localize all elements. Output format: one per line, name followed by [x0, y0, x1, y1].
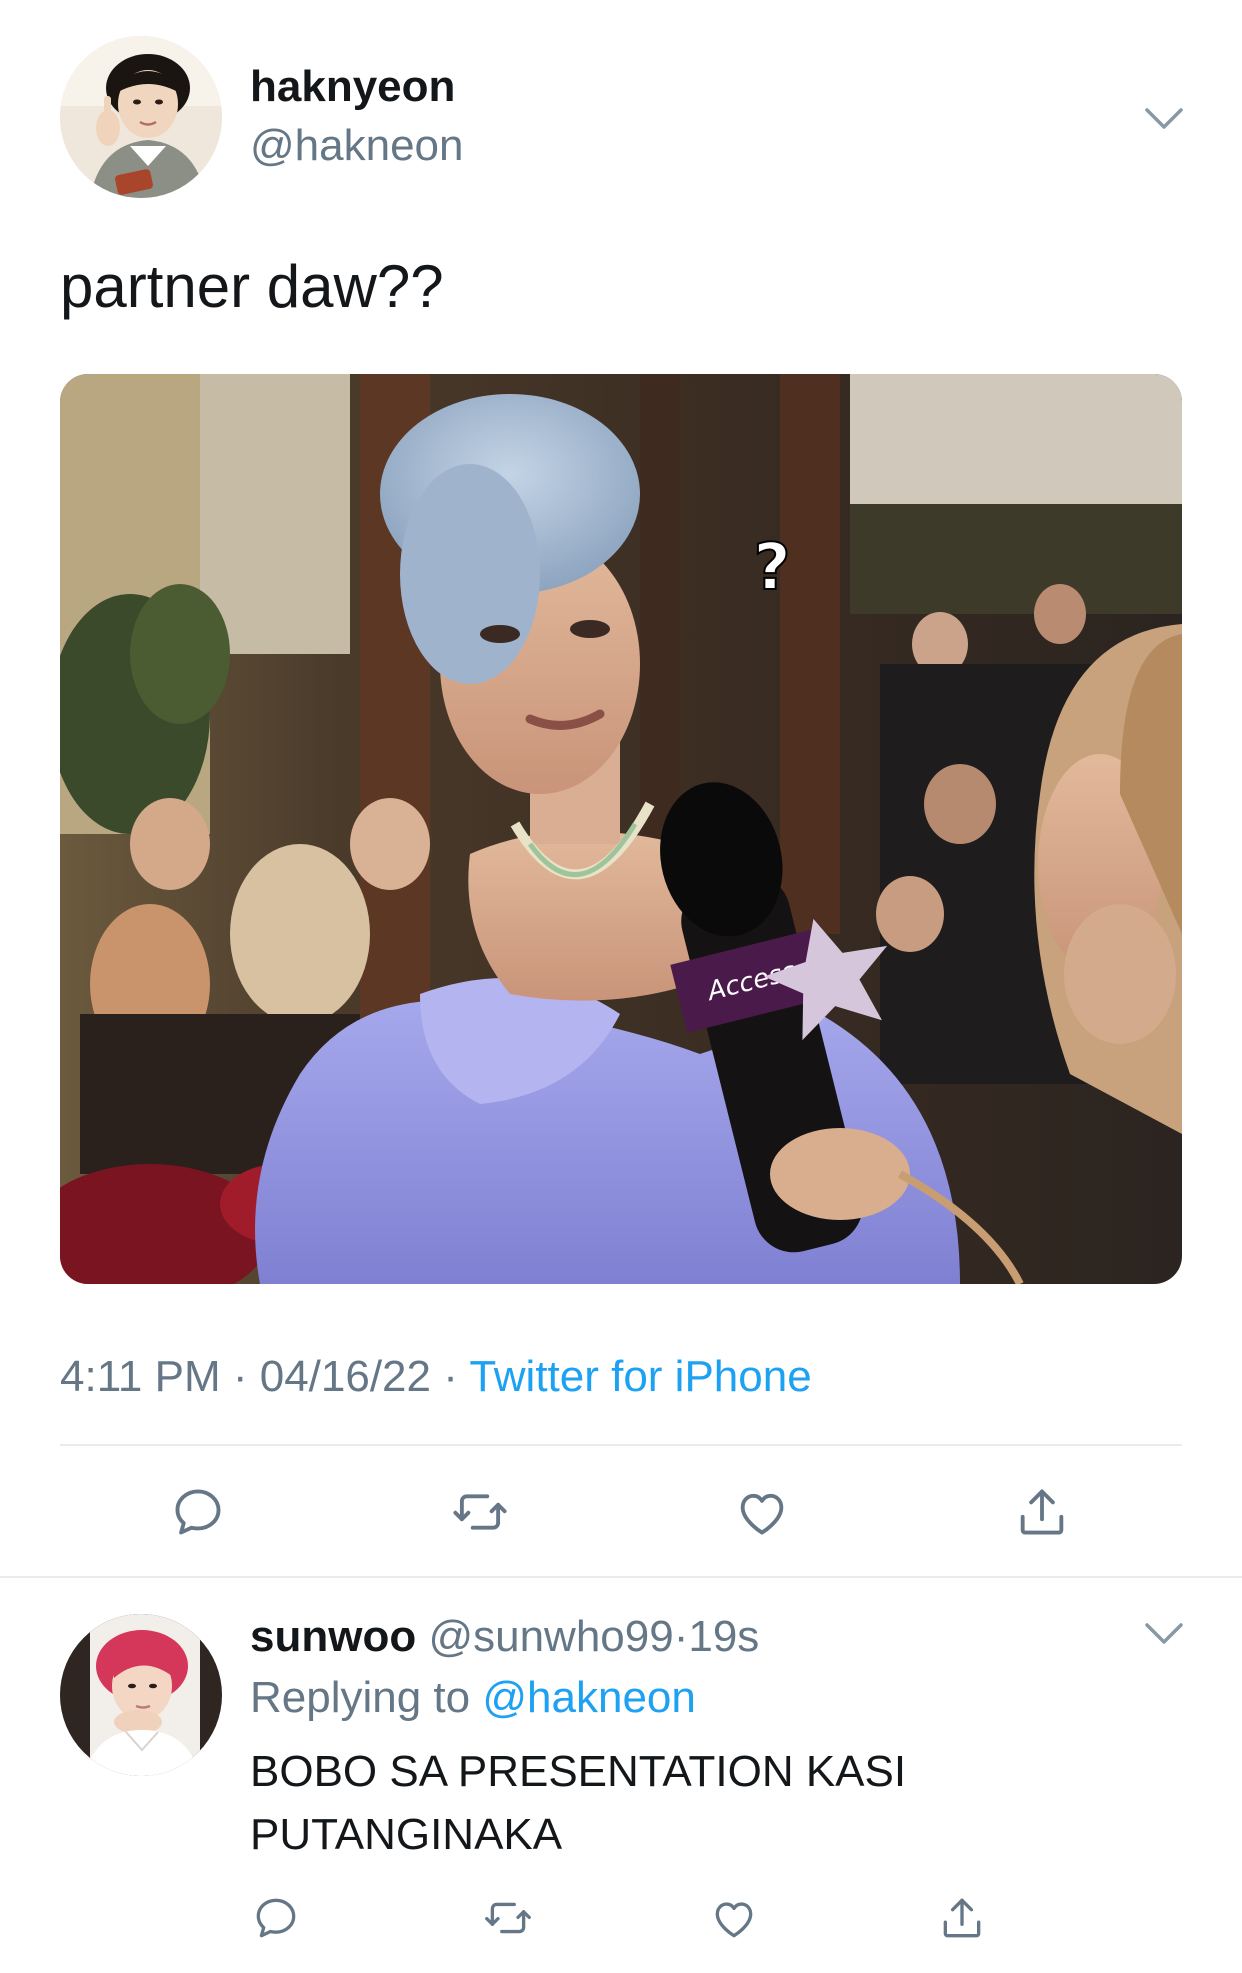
meta-separator: · — [431, 1352, 470, 1401]
divider — [0, 1576, 1242, 1578]
reply-author-display-name[interactable]: sunwoo — [250, 1612, 416, 1661]
reply-timestamp: 19s — [688, 1612, 760, 1661]
meta-separator: · — [220, 1352, 260, 1401]
author-handle[interactable]: @hakneon — [250, 121, 464, 171]
like-icon — [715, 1902, 753, 1938]
like-button[interactable] — [702, 1886, 766, 1950]
reply-button[interactable] — [244, 1886, 308, 1950]
divider — [60, 1444, 1182, 1446]
author-display-name[interactable]: haknyeon — [250, 62, 455, 112]
like-button[interactable] — [730, 1480, 794, 1544]
retweet-button[interactable] — [448, 1480, 512, 1544]
share-button[interactable] — [930, 1886, 994, 1950]
reply-text-line: PUTANGINAKA — [250, 1810, 563, 1859]
reply-icon — [256, 1898, 296, 1938]
tweet-media-image[interactable]: ? Access — [60, 374, 1182, 1284]
replying-to-line: Replying to @hakneon — [250, 1673, 696, 1723]
tweet-date: 04/16/22 — [259, 1352, 431, 1401]
reply-icon — [175, 1489, 221, 1535]
reply-text-line: BOBO SA PRESENTATION KASI — [250, 1747, 907, 1796]
retweet-icon — [485, 1902, 531, 1934]
replying-to-mention-link[interactable]: @hakneon — [482, 1673, 696, 1722]
reply-author-avatar[interactable] — [60, 1614, 222, 1776]
replying-to-label: Replying to — [250, 1673, 471, 1722]
tweet-source-link[interactable]: Twitter for iPhone — [469, 1352, 811, 1401]
time-separator: · — [673, 1612, 689, 1661]
reply-author-handle[interactable]: @sunwho99 — [428, 1612, 673, 1661]
author-avatar[interactable] — [60, 36, 222, 198]
chevron-down-icon[interactable] — [1144, 107, 1184, 131]
reply-tweet-text: BOBO SA PRESENTATION KASI PUTANGINAKA — [250, 1740, 1150, 1866]
tweet-text: partner daw?? — [60, 253, 444, 320]
share-icon — [1020, 1489, 1064, 1535]
chevron-down-icon[interactable] — [1144, 1622, 1184, 1646]
reply-button[interactable] — [166, 1480, 230, 1544]
tweet-metadata: 4:11 PM · 04/16/22 · Twitter for iPhone — [60, 1352, 812, 1402]
reply-header: sunwoo @sunwho99·19s — [250, 1612, 759, 1662]
avatar-portrait-image — [60, 36, 222, 198]
like-icon — [740, 1493, 784, 1535]
retweet-button[interactable] — [476, 1886, 540, 1950]
overlay-question-mark: ? — [753, 531, 790, 605]
retweet-icon — [453, 1494, 507, 1530]
share-button[interactable] — [1010, 1480, 1074, 1544]
avatar-portrait-image — [60, 1614, 222, 1776]
share-icon — [943, 1898, 981, 1938]
red-carpet-photo: ? Access — [60, 374, 1182, 1284]
tweet-time: 4:11 PM — [60, 1352, 221, 1401]
